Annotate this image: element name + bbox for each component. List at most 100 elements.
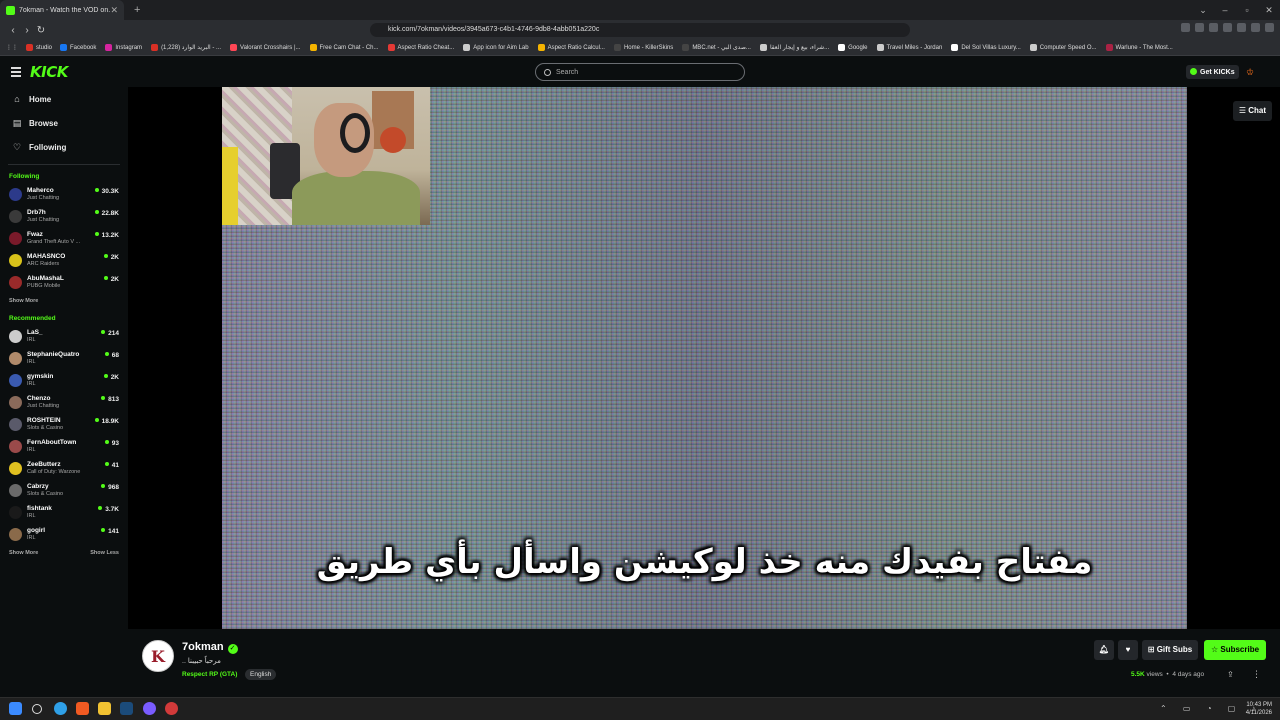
bookmark-item[interactable]: Instagram bbox=[105, 44, 142, 51]
sidebar-nav-following[interactable]: ♡ Following bbox=[0, 135, 128, 159]
url-field[interactable]: kick.com/7okman/videos/3945a673-c4b1-474… bbox=[370, 23, 910, 37]
hamburger-menu-icon[interactable] bbox=[11, 67, 21, 79]
chevron-down-icon[interactable]: ⌄ bbox=[1192, 5, 1214, 16]
apps-icon[interactable]: ⋮⋮ bbox=[6, 44, 18, 51]
notification-bell-button[interactable]: 🔔︎ bbox=[1094, 640, 1114, 660]
subscribe-button[interactable]: ☆ Subscribe bbox=[1204, 640, 1266, 660]
close-tab-icon[interactable]: ✕ bbox=[110, 5, 118, 16]
channel-category: IRL bbox=[27, 337, 36, 343]
channel-category: Just Chatting bbox=[27, 217, 60, 223]
discord-icon[interactable] bbox=[143, 702, 156, 715]
kicks-coin-icon bbox=[1190, 68, 1197, 75]
menu-icon[interactable] bbox=[1265, 23, 1274, 32]
language-tag[interactable]: English bbox=[245, 669, 277, 680]
extension-icon[interactable] bbox=[1195, 23, 1204, 32]
sidebar-channel-item[interactable]: Chenzo Just Chatting 813 bbox=[0, 392, 128, 414]
search-input[interactable]: Search bbox=[535, 63, 745, 81]
minimize-icon[interactable]: – bbox=[1214, 5, 1236, 15]
sidebar-channel-item[interactable]: ROSHTEIN Slots & Casino 18.9K bbox=[0, 414, 128, 436]
bookmark-item[interactable]: Facebook bbox=[60, 44, 96, 51]
user-avatar[interactable]: ♔ bbox=[1246, 67, 1258, 79]
bookmark-favicon-icon bbox=[151, 44, 159, 51]
bookmark-item[interactable]: Free Cam Chat - Ch... bbox=[309, 44, 379, 51]
sidebar-nav-home[interactable]: ⌂ Home bbox=[0, 87, 128, 111]
show-less-button[interactable]: Show Less bbox=[90, 550, 119, 558]
channel-category: IRL bbox=[27, 447, 36, 453]
bookmark-item[interactable]: Aspect Ratio Calcul... bbox=[537, 44, 605, 51]
bookmark-favicon-icon bbox=[951, 44, 959, 51]
bookmark-item[interactable]: (1,228) البريد الوارد - ... bbox=[151, 44, 221, 51]
sidebar-channel-item[interactable]: Maherco Just Chatting 30.3K bbox=[0, 184, 128, 206]
sidebar-channel-item[interactable]: Cabrzy Slots & Casino 968 bbox=[0, 480, 128, 502]
follow-heart-button[interactable]: ♥ bbox=[1118, 640, 1138, 660]
sidebar-channel-item[interactable]: LaS_ IRL 214 bbox=[0, 326, 128, 348]
bookmark-item[interactable]: شراء، بيع و إيجار العقا... bbox=[759, 44, 829, 51]
app-icon[interactable] bbox=[165, 702, 178, 715]
reload-icon[interactable]: ↻ bbox=[34, 25, 48, 36]
sidebar-channel-item[interactable]: AbuMashaL PUBG Mobile 2K bbox=[0, 272, 128, 294]
close-window-icon[interactable]: ✕ bbox=[1258, 5, 1280, 16]
sidebar-channel-item[interactable]: Drb7h Just Chatting 22.8K bbox=[0, 206, 128, 228]
more-options-icon[interactable]: ⋮ bbox=[1252, 669, 1261, 680]
sidebar-channel-item[interactable]: gogirl IRL 141 bbox=[0, 524, 128, 546]
video-frame[interactable]: مفتاح بفيدك منه خذ لوكيشن واسأل بأي طريق bbox=[222, 87, 1187, 629]
bookmark-studio[interactable]: studio bbox=[26, 44, 52, 51]
search-taskbar-icon[interactable] bbox=[32, 704, 42, 714]
bookmark-item[interactable]: Home - KillerSkins bbox=[613, 44, 673, 51]
show-more-button[interactable]: Show More bbox=[9, 298, 38, 306]
edge-icon[interactable] bbox=[54, 702, 67, 715]
bookmark-item[interactable]: Google bbox=[838, 44, 868, 51]
windows-start-icon[interactable] bbox=[9, 702, 22, 715]
download-icon[interactable] bbox=[1251, 23, 1260, 32]
bookmark-item[interactable]: Del Sol Villas Luxury... bbox=[951, 44, 1021, 51]
channel-category: Just Chatting bbox=[27, 195, 60, 201]
gift-subs-button[interactable]: ⊞ Gift Subs bbox=[1142, 640, 1198, 660]
show-more-button[interactable]: Show More bbox=[9, 550, 38, 558]
extension-icon[interactable] bbox=[1181, 23, 1190, 32]
sidebar-channel-item[interactable]: Fwaz Grand Theft Auto V ... 13.2K bbox=[0, 228, 128, 250]
get-kicks-button[interactable]: Get KICKs bbox=[1186, 65, 1239, 79]
wallet-icon[interactable] bbox=[1223, 23, 1232, 32]
bookmark-item[interactable]: Travel Miles - Jordan bbox=[876, 44, 942, 51]
avatar bbox=[9, 330, 22, 343]
channel-category: IRL bbox=[27, 359, 36, 365]
bookmark-item[interactable]: Valorant Crosshairs |... bbox=[230, 44, 301, 51]
bookmark-item[interactable]: App icon for Aim Lab bbox=[463, 44, 529, 51]
viewer-count: 18.9K bbox=[95, 418, 119, 425]
recommended-section-title: Recommended bbox=[9, 315, 56, 322]
bookmark-item[interactable]: Warlune - The Most... bbox=[1105, 44, 1173, 51]
category-link[interactable]: Respect RP (GTA) bbox=[182, 671, 237, 678]
steam-icon[interactable] bbox=[120, 702, 133, 715]
profile-icon[interactable] bbox=[1237, 23, 1246, 32]
sidebar-icon[interactable] bbox=[1209, 23, 1218, 32]
sidebar-nav-browse[interactable]: ▤ Browse bbox=[0, 111, 128, 135]
bookmark-favicon-icon bbox=[105, 44, 113, 51]
bookmark-item[interactable]: MBC.net - صدى البي... bbox=[682, 44, 751, 51]
new-tab-icon[interactable]: + bbox=[134, 4, 140, 16]
viewer-count: 22.8K bbox=[95, 210, 119, 217]
back-icon[interactable]: ‹ bbox=[6, 25, 20, 36]
brave-icon[interactable] bbox=[76, 702, 89, 715]
video-player[interactable]: مفتاح بفيدك منه خذ لوكيشن واسأل بأي طريق… bbox=[128, 87, 1280, 629]
file-explorer-icon[interactable] bbox=[98, 702, 111, 715]
sidebar-channel-item[interactable]: fishtank IRL 3.7K bbox=[0, 502, 128, 524]
sidebar-channel-item[interactable]: FernAboutTown IRL 93 bbox=[0, 436, 128, 458]
kick-logo[interactable]: KICK bbox=[30, 63, 68, 81]
sidebar-channel-item[interactable]: ZeeButterz Call of Duty: Warzone 41 bbox=[0, 458, 128, 480]
channel-avatar[interactable]: K bbox=[142, 640, 174, 672]
recommended-list: LaS_ IRL 214 StephanieQuatro IRL 68 gymskin IRL… bbox=[0, 326, 128, 546]
bookmark-item[interactable]: Computer Speed O... bbox=[1029, 44, 1097, 51]
bookmark-favicon-icon bbox=[613, 44, 621, 51]
channel-name[interactable]: 7okman ✓ bbox=[182, 641, 238, 654]
chat-toggle-button[interactable]: ☰ Chat bbox=[1232, 101, 1272, 121]
sidebar-channel-item[interactable]: gymskin IRL 2K bbox=[0, 370, 128, 392]
maximize-icon[interactable]: ▫ bbox=[1236, 5, 1258, 15]
forward-icon[interactable]: › bbox=[20, 25, 34, 36]
clock[interactable]: 10:43 PM 4/11/2026 bbox=[1246, 701, 1272, 717]
video-stats: 5.5K views • 4 days ago bbox=[1131, 671, 1205, 678]
sidebar-channel-item[interactable]: MAHASNCO ARC Raiders 2K bbox=[0, 250, 128, 272]
bookmark-item[interactable]: Aspect Ratio Cheat... bbox=[387, 44, 454, 51]
sidebar-channel-item[interactable]: StephanieQuatro IRL 68 bbox=[0, 348, 128, 370]
share-icon[interactable]: ⇪ bbox=[1227, 670, 1234, 679]
browser-tab[interactable]: 7okman - Watch the VOD on... ✕ bbox=[0, 0, 124, 20]
